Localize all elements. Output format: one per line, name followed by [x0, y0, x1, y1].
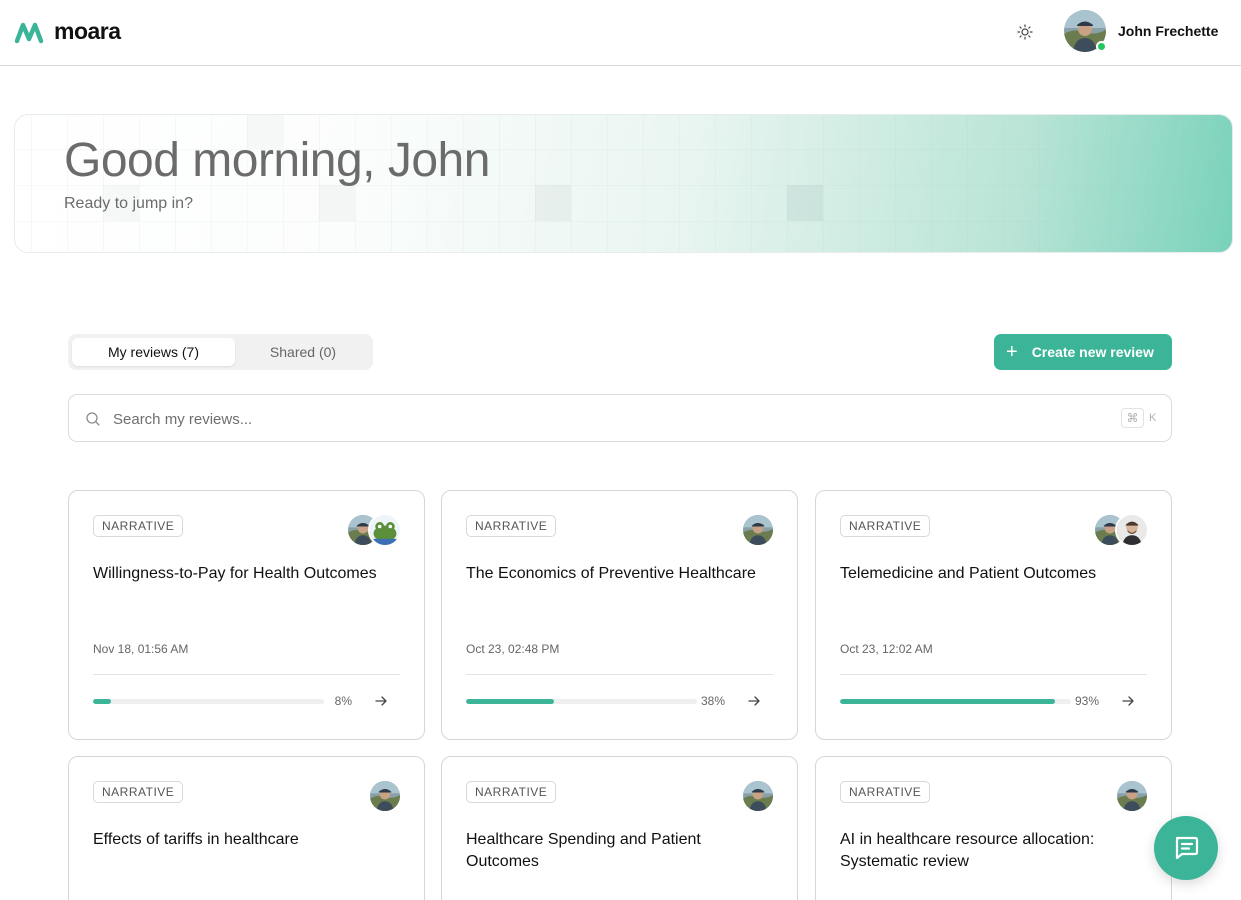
review-title[interactable]: Willingness-to-Pay for Health Outcomes	[93, 563, 403, 585]
progress-percent: 38%	[700, 694, 725, 708]
arrow-right-icon[interactable]	[373, 693, 389, 709]
chat-button[interactable]	[1154, 816, 1218, 880]
arrow-right-icon[interactable]	[746, 693, 762, 709]
review-tabs: My reviews (7) Shared (0)	[68, 334, 373, 370]
review-title[interactable]: Effects of tariffs in healthcare	[93, 829, 403, 851]
review-card[interactable]: NARRATIVE The Economics of Preventive He…	[441, 490, 798, 740]
user-avatar	[1064, 10, 1107, 52]
review-title[interactable]: Telemedicine and Patient Outcomes	[840, 563, 1150, 585]
progress-percent: 93%	[1074, 694, 1099, 708]
search-input[interactable]	[113, 407, 1113, 431]
app-logo[interactable]: moara	[14, 18, 121, 45]
review-type-badge: NARRATIVE	[840, 515, 931, 537]
collaborator-avatar	[1115, 513, 1149, 547]
search-shortcut-hint: ⌘ K	[1121, 408, 1156, 428]
create-new-review-button[interactable]: + Create new review	[994, 334, 1172, 370]
theme-toggle-button[interactable]	[1014, 21, 1036, 43]
review-date: Oct 23, 12:02 AM	[840, 642, 933, 656]
review-type-badge: NARRATIVE	[466, 515, 557, 537]
progress-bar	[466, 699, 697, 704]
user-name: John Frechette	[1118, 23, 1219, 39]
greeting-title: Good morning, John	[64, 134, 490, 187]
frog-avatar	[368, 513, 402, 547]
progress-fill	[840, 699, 1055, 704]
collaborator-avatars	[741, 779, 775, 813]
review-card[interactable]: NARRATIVE AI in healthcare resource allo…	[815, 756, 1172, 900]
review-type-badge: NARRATIVE	[93, 781, 184, 803]
review-card[interactable]: NARRATIVE Effects of tariffs in healthca…	[68, 756, 425, 900]
plus-icon: +	[1006, 341, 1018, 363]
chat-icon	[1175, 836, 1199, 860]
greeting-subtitle: Ready to jump in?	[64, 195, 193, 212]
user-menu[interactable]: John Frechette	[1064, 10, 1218, 52]
review-title[interactable]: Healthcare Spending and Patient Outcomes	[466, 829, 776, 873]
online-status-dot	[1096, 41, 1107, 52]
user-avatar	[741, 779, 775, 813]
progress-bar	[93, 699, 324, 704]
search-icon	[86, 412, 100, 426]
review-type-badge: NARRATIVE	[466, 781, 557, 803]
review-type-badge: NARRATIVE	[840, 781, 931, 803]
collaborator-avatars	[346, 513, 402, 547]
review-date: Nov 18, 01:56 AM	[93, 642, 189, 656]
user-avatar	[1115, 779, 1149, 813]
search-box: ⌘ K	[68, 394, 1172, 442]
shortcut-key: K	[1149, 412, 1157, 424]
moara-logo-icon	[14, 22, 44, 43]
review-card[interactable]: NARRATIVE Telemedicine and Patient Outco…	[815, 490, 1172, 740]
tab-my-reviews[interactable]: My reviews (7)	[72, 338, 235, 366]
command-key-icon: ⌘	[1121, 408, 1144, 428]
review-card[interactable]: NARRATIVE Willingness-to-Pay for Health …	[68, 490, 425, 740]
collaborator-avatars	[1093, 513, 1149, 547]
review-date: Oct 23, 02:48 PM	[466, 642, 560, 656]
review-title[interactable]: AI in healthcare resource allocation: Sy…	[840, 829, 1150, 873]
collaborator-avatars	[741, 513, 775, 547]
card-divider	[93, 674, 400, 675]
review-title[interactable]: The Economics of Preventive Healthcare	[466, 563, 776, 585]
progress-bar	[840, 699, 1071, 704]
top-bar: moara John Frechette	[0, 0, 1241, 66]
review-type-badge: NARRATIVE	[93, 515, 184, 537]
card-divider	[840, 674, 1147, 675]
greeting-banner: Good morning, John Ready to jump in?	[14, 114, 1233, 253]
create-new-review-label: Create new review	[1031, 344, 1154, 360]
arrow-right-icon[interactable]	[1120, 693, 1136, 709]
sun-icon	[1017, 24, 1033, 40]
collaborator-avatars	[1115, 779, 1149, 813]
progress-fill	[466, 699, 554, 704]
progress-fill	[93, 699, 112, 704]
progress-percent: 8%	[334, 694, 352, 708]
user-avatar	[368, 779, 402, 813]
collaborator-avatars	[368, 779, 402, 813]
tab-shared[interactable]: Shared (0)	[237, 338, 369, 366]
review-card[interactable]: NARRATIVE Healthcare Spending and Patien…	[441, 756, 798, 900]
user-avatar	[741, 513, 775, 547]
logo-text: moara	[54, 18, 121, 44]
card-divider	[466, 674, 773, 675]
